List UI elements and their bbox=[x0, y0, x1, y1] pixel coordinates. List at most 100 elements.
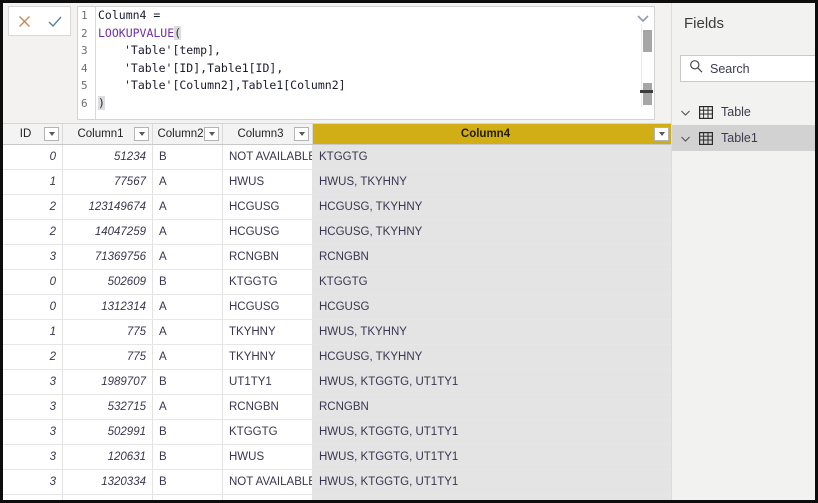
chevron-down-icon[interactable] bbox=[635, 11, 651, 25]
table-cell-column1[interactable]: 502991 bbox=[63, 420, 153, 444]
table-row[interactable]: 0 51234 B NOT AVAILABLE KTGGTG bbox=[3, 145, 672, 170]
formula-scrollbar-thumb[interactable] bbox=[643, 30, 652, 52]
table-cell-column1[interactable]: 77567 bbox=[63, 170, 153, 194]
table-cell-column3[interactable]: HWUS bbox=[223, 445, 313, 469]
table-cell-column1[interactable]: 1320334 bbox=[63, 470, 153, 494]
table-cell-column2[interactable]: A bbox=[153, 195, 223, 219]
column-header-column4[interactable]: Column4 bbox=[313, 124, 672, 144]
table-cell-column2[interactable]: A bbox=[153, 245, 223, 269]
search-input[interactable]: Search bbox=[680, 55, 815, 82]
table-cell-column1[interactable]: 71369756 bbox=[63, 245, 153, 269]
table-row[interactable]: 3 532715 A RCNGBN RCNGBN bbox=[3, 395, 672, 420]
table-cell-column4[interactable]: HWUS, TKYHNY bbox=[313, 320, 672, 344]
column-header-id[interactable]: ID bbox=[3, 124, 63, 144]
formula-editor[interactable]: 1 2 3 4 5 6 Column4 = LOOKUPVALUE( 'Tabl… bbox=[77, 6, 655, 120]
table-cell-column4[interactable]: RCNGBN bbox=[313, 395, 672, 419]
table-cell-column3[interactable]: UT1TY1 bbox=[223, 370, 313, 394]
table-row[interactable]: 3 1989707 B UT1TY1 HWUS, KTGGTG, UT1TY1 bbox=[3, 370, 672, 395]
table-cell-id[interactable]: 0 bbox=[3, 295, 63, 319]
table-cell-column1[interactable]: 1989707 bbox=[63, 370, 153, 394]
chevron-down-icon[interactable] bbox=[680, 107, 691, 118]
table-cell-column4[interactable]: HWUS, TKYHNY bbox=[313, 170, 672, 194]
formula-code-area[interactable]: Column4 = LOOKUPVALUE( 'Table'[temp], 'T… bbox=[98, 7, 632, 119]
table-cell-column1[interactable]: 31234 bbox=[63, 495, 153, 500]
table-cell-column2[interactable]: B bbox=[153, 270, 223, 294]
table-cell-column2[interactable]: B bbox=[153, 445, 223, 469]
table-cell-column2[interactable]: A bbox=[153, 295, 223, 319]
table-cell-column4[interactable]: HCGUSG, TKYHNY bbox=[313, 195, 672, 219]
table-row[interactable]: 3 120631 B HWUS HWUS, KTGGTG, UT1TY1 bbox=[3, 445, 672, 470]
table-cell-column4[interactable]: HCGUSG, TKYHNY bbox=[313, 345, 672, 369]
table-cell-column2[interactable]: A bbox=[153, 220, 223, 244]
table-cell-id[interactable]: 3 bbox=[3, 420, 63, 444]
table-row[interactable]: 1 77567 A HWUS HWUS, TKYHNY bbox=[3, 170, 672, 195]
table-cell-id[interactable]: 2 bbox=[3, 345, 63, 369]
table-cell-column1[interactable]: 775 bbox=[63, 345, 153, 369]
table-cell-column2[interactable]: A bbox=[153, 170, 223, 194]
table-cell-id[interactable]: 1 bbox=[3, 170, 63, 194]
table-cell-column4[interactable]: KTGGTG bbox=[313, 145, 672, 169]
table-cell-column3[interactable]: RCNGBN bbox=[223, 245, 313, 269]
column-header-column2[interactable]: Column2 bbox=[153, 124, 223, 144]
table-cell-column4[interactable]: KTGGTG bbox=[313, 270, 672, 294]
table-cell-column4[interactable]: HWUS, KTGGTG, UT1TY1 bbox=[313, 420, 672, 444]
formula-scrollbar-thumb-lower[interactable] bbox=[643, 83, 652, 105]
table-cell-id[interactable]: 2 bbox=[3, 220, 63, 244]
table-cell-column3[interactable]: HCGUSG bbox=[223, 295, 313, 319]
chevron-down-icon[interactable] bbox=[680, 133, 691, 144]
table-row[interactable]: 2 123149674 A HCGUSG HCGUSG, TKYHNY bbox=[3, 195, 672, 220]
table-row[interactable]: 2 14047259 A HCGUSG HCGUSG, TKYHNY bbox=[3, 220, 672, 245]
table-cell-column1[interactable]: 51234 bbox=[63, 145, 153, 169]
table-cell-column1[interactable]: 532715 bbox=[63, 395, 153, 419]
table-row[interactable]: 3 1320334 B NOT AVAILABLE HWUS, KTGGTG, UT1T… bbox=[3, 470, 672, 495]
table-cell-column3[interactable]: UT1TY1 bbox=[223, 495, 313, 500]
table-cell-column1[interactable]: 120631 bbox=[63, 445, 153, 469]
table-cell-column3[interactable]: NOT AVAILABLE bbox=[223, 470, 313, 494]
table-cell-column3[interactable]: RCNGBN bbox=[223, 395, 313, 419]
table-cell-column3[interactable]: TKYHNY bbox=[223, 345, 313, 369]
table-cell-column2[interactable]: B bbox=[153, 495, 223, 500]
table-cell-column2[interactable]: B bbox=[153, 470, 223, 494]
table-cell-column1[interactable]: 1312314 bbox=[63, 295, 153, 319]
table-row[interactable]: 0 1312314 A HCGUSG HCGUSG bbox=[3, 295, 672, 320]
table-cell-column1[interactable]: 123149674 bbox=[63, 195, 153, 219]
table-row[interactable]: 3 71369756 A RCNGBN RCNGBN bbox=[3, 245, 672, 270]
chevron-down-icon[interactable] bbox=[134, 127, 149, 141]
table-cell-column2[interactable]: A bbox=[153, 395, 223, 419]
table-row[interactable]: 2 775 A TKYHNY HCGUSG, TKYHNY bbox=[3, 345, 672, 370]
table-cell-column3[interactable]: KTGGTG bbox=[223, 270, 313, 294]
table-cell-id[interactable]: 1 bbox=[3, 320, 63, 344]
table-cell-column4[interactable]: HWUS, KTGGTG, UT1TY1 bbox=[313, 370, 672, 394]
table-cell-column4[interactable]: HWUS, KTGGTG, UT1TY1 bbox=[313, 445, 672, 469]
sidebar-item-table[interactable]: Table bbox=[672, 99, 815, 125]
table-cell-column2[interactable]: B bbox=[153, 420, 223, 444]
table-cell-column3[interactable]: KTGGTG bbox=[223, 420, 313, 444]
table-cell-id[interactable]: 3 bbox=[3, 470, 63, 494]
close-icon[interactable] bbox=[12, 9, 36, 33]
table-cell-column1[interactable]: 502609 bbox=[63, 270, 153, 294]
table-cell-column2[interactable]: A bbox=[153, 345, 223, 369]
table-cell-column4[interactable]: HCGUSG, TKYHNY bbox=[313, 220, 672, 244]
table-cell-column3[interactable]: HWUS bbox=[223, 170, 313, 194]
table-cell-column3[interactable]: NOT AVAILABLE bbox=[223, 145, 313, 169]
chevron-down-icon[interactable] bbox=[294, 127, 309, 141]
table-cell-column4[interactable]: HWUS, KTGGTG, UT1TY1 bbox=[313, 495, 672, 500]
table-cell-id[interactable]: 0 bbox=[3, 145, 63, 169]
table-cell-column4[interactable]: HCGUSG bbox=[313, 295, 672, 319]
table-cell-column1[interactable]: 14047259 bbox=[63, 220, 153, 244]
table-cell-column4[interactable]: RCNGBN bbox=[313, 245, 672, 269]
chevron-down-icon[interactable] bbox=[654, 127, 669, 141]
table-cell-column4[interactable]: HWUS, KTGGTG, UT1TY1 bbox=[313, 470, 672, 494]
table-cell-column3[interactable]: TKYHNY bbox=[223, 320, 313, 344]
table-cell-column2[interactable]: B bbox=[153, 145, 223, 169]
checkmark-icon[interactable] bbox=[43, 9, 67, 33]
table-cell-id[interactable]: 3 bbox=[3, 445, 63, 469]
table-cell-id[interactable]: 2 bbox=[3, 195, 63, 219]
table-row[interactable]: 331234BUT1TY1HWUS, KTGGTG, UT1TY1 bbox=[3, 495, 672, 500]
table-cell-column2[interactable]: B bbox=[153, 370, 223, 394]
table-row[interactable]: 0 502609 B KTGGTG KTGGTG bbox=[3, 270, 672, 295]
table-cell-id[interactable]: 3 bbox=[3, 495, 63, 500]
table-cell-column3[interactable]: HCGUSG bbox=[223, 195, 313, 219]
table-row[interactable]: 1 775 A TKYHNY HWUS, TKYHNY bbox=[3, 320, 672, 345]
sidebar-item-table1[interactable]: Table1 bbox=[672, 125, 815, 151]
